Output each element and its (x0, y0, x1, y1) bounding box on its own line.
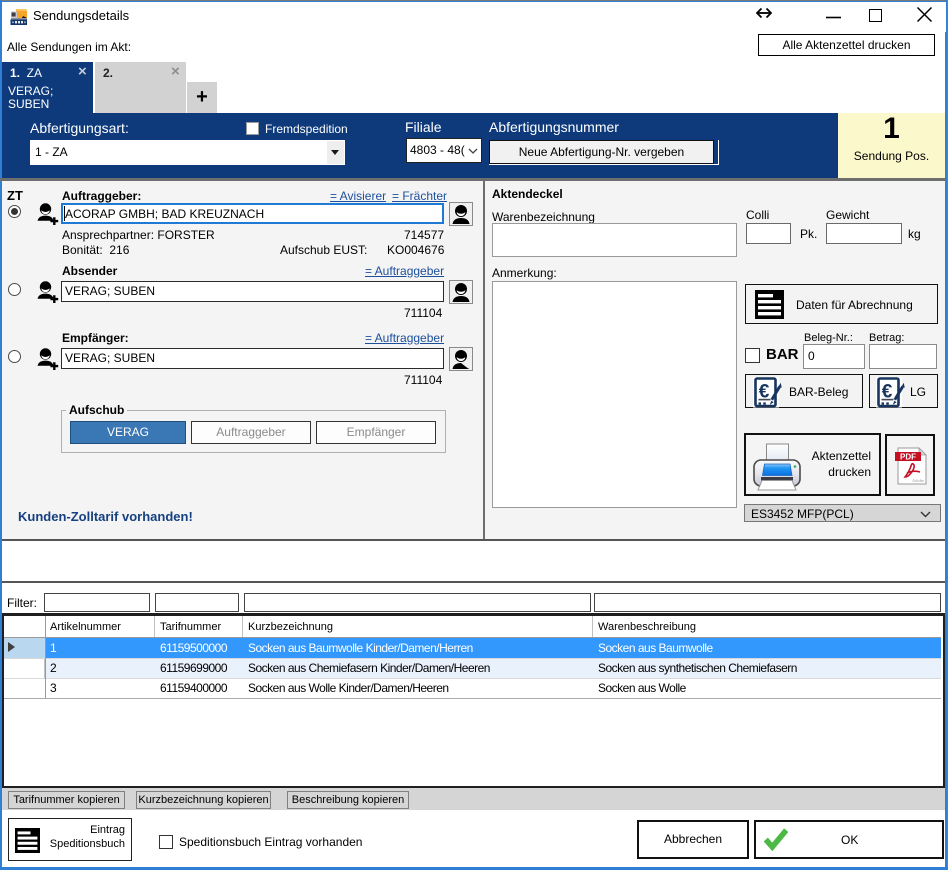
svg-text:Adobe: Adobe (912, 478, 924, 483)
svg-text:PDF: PDF (900, 453, 916, 462)
